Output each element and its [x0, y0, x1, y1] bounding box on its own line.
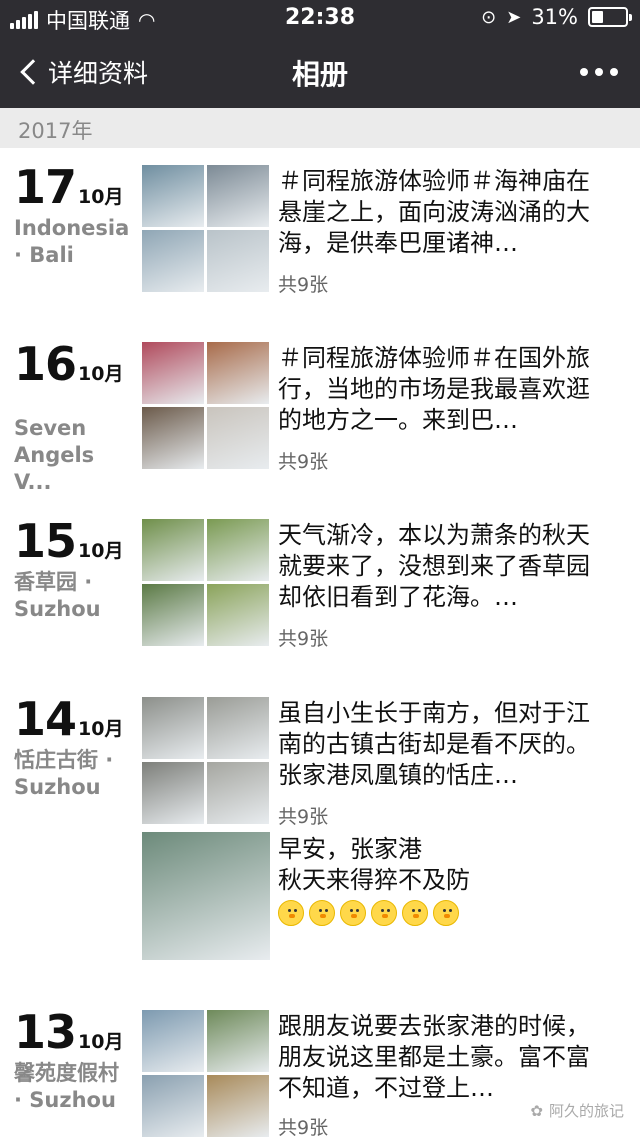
- photo-thumbnail[interactable]: [142, 584, 204, 646]
- post-location: 馨苑度假村 · Suzhou: [14, 1061, 119, 1112]
- post-location: 恬庄古街 · Suzhou: [14, 748, 114, 799]
- photo-thumbnail[interactable]: [142, 407, 204, 469]
- photo-thumbnail[interactable]: [207, 584, 269, 646]
- photo-grid[interactable]: [142, 697, 270, 825]
- photo-thumbnail[interactable]: [142, 762, 204, 824]
- post-month: 10月: [78, 540, 124, 562]
- post-day: 15: [14, 514, 77, 568]
- photo-count: 共9张: [278, 806, 329, 828]
- post-date: 14 10月: [14, 692, 123, 746]
- post-month: 10月: [78, 186, 124, 208]
- post-date: 13 10月: [14, 1005, 123, 1059]
- photo-thumbnail[interactable]: [142, 832, 270, 960]
- photo-count: 共9张: [278, 451, 329, 473]
- photo-thumbnail[interactable]: [142, 1075, 204, 1137]
- status-right: ⊙ ➤ 31%: [481, 5, 632, 29]
- chick-icon: [278, 900, 304, 926]
- post-text: 跟朋友说要去张家港的时候，朋友说这里都是土豪。富不富不知道，不过登上…: [278, 1012, 590, 1102]
- photo-thumbnail[interactable]: [207, 762, 269, 824]
- photo-count: 共9张: [278, 274, 329, 296]
- year-header: 2017年: [0, 108, 640, 148]
- photo-thumbnail[interactable]: [207, 1075, 269, 1137]
- post-text: 虽自小生长于南方，但对于江南的古镇古街却是看不厌的。张家港凤凰镇的恬庄…: [278, 699, 590, 789]
- battery-icon: [588, 7, 632, 27]
- chick-icon: [340, 900, 366, 926]
- post-day: 14: [14, 692, 77, 746]
- post-text: 天气渐冷，本以为萧条的秋天就要来了，没想到来了香草园却依旧看到了花海。…: [278, 521, 590, 611]
- page-title: 相册: [291, 58, 348, 91]
- photo-thumbnail[interactable]: [142, 165, 204, 227]
- post-extra-line-2: 秋天来得猝不及防: [278, 866, 470, 894]
- post-location: Indonesia · Bali: [14, 216, 130, 267]
- photo-thumbnail[interactable]: [207, 230, 269, 292]
- battery-percent: 31%: [531, 5, 578, 29]
- post-location: Seven Angels V...: [14, 416, 95, 494]
- post-month: 10月: [78, 718, 124, 740]
- photo-thumbnail[interactable]: [207, 1010, 269, 1072]
- photo-thumbnail[interactable]: [207, 342, 269, 404]
- photo-thumbnail[interactable]: [142, 342, 204, 404]
- photo-thumbnail[interactable]: [207, 165, 269, 227]
- photo-thumbnail[interactable]: [207, 407, 269, 469]
- rotation-lock-icon: ⊙: [481, 6, 497, 28]
- photo-count: 共9张: [278, 1117, 329, 1138]
- chick-icon: [402, 900, 428, 926]
- chick-emoji-row: [278, 900, 598, 926]
- watermark-text: 阿久的旅记: [548, 1102, 624, 1120]
- status-bar: 中国联通 ◠ 22:38 ⊙ ➤ 31%: [0, 0, 640, 38]
- post-text: ＃同程旅游体验师＃在国外旅行，当地的市场是我最喜欢逛的地方之一。来到巴…: [278, 344, 590, 434]
- top-bar: 中国联通 ◠ 22:38 ⊙ ➤ 31% 详细资料 相册: [0, 0, 640, 108]
- post-date: 15 10月: [14, 514, 123, 568]
- photo-thumbnail[interactable]: [207, 519, 269, 581]
- chick-icon: [309, 900, 335, 926]
- photo-grid[interactable]: [142, 165, 270, 293]
- post-text: ＃同程旅游体验师＃海神庙在悬崖之上，面向波涛汹涌的大海，是供奉巴厘诸神…: [278, 167, 590, 257]
- more-button[interactable]: [580, 68, 618, 76]
- watermark: ✿ 阿久的旅记: [530, 1100, 624, 1121]
- chick-icon: [433, 900, 459, 926]
- photo-grid[interactable]: [142, 519, 270, 647]
- post-month: 10月: [78, 1031, 124, 1053]
- location-arrow-icon: ➤: [506, 6, 522, 28]
- post-date: 17 10月: [14, 160, 123, 214]
- photo-thumbnail[interactable]: [142, 697, 204, 759]
- photo-grid[interactable]: [142, 342, 270, 470]
- post-day: 13: [14, 1005, 77, 1059]
- photo-count: 共9张: [278, 628, 329, 650]
- photo-thumbnail[interactable]: [142, 519, 204, 581]
- nav-bar: 详细资料 相册: [0, 38, 640, 108]
- post-extra-line-1: 早安，张家港: [278, 835, 422, 863]
- chick-icon: [371, 900, 397, 926]
- post-text-secondary: 早安，张家港 秋天来得猝不及防: [278, 834, 598, 926]
- photo-thumbnail[interactable]: [142, 230, 204, 292]
- wechat-logo-icon: ✿: [530, 1101, 543, 1120]
- photo-grid[interactable]: [142, 1010, 270, 1138]
- post-month: 10月: [78, 363, 124, 385]
- post-day: 16: [14, 337, 77, 391]
- photo-thumbnail[interactable]: [207, 697, 269, 759]
- post-day: 17: [14, 160, 77, 214]
- photo-thumbnail[interactable]: [142, 1010, 204, 1072]
- post-date: 16 10月: [14, 337, 123, 391]
- post-location: 香草园 · Suzhou: [14, 570, 101, 621]
